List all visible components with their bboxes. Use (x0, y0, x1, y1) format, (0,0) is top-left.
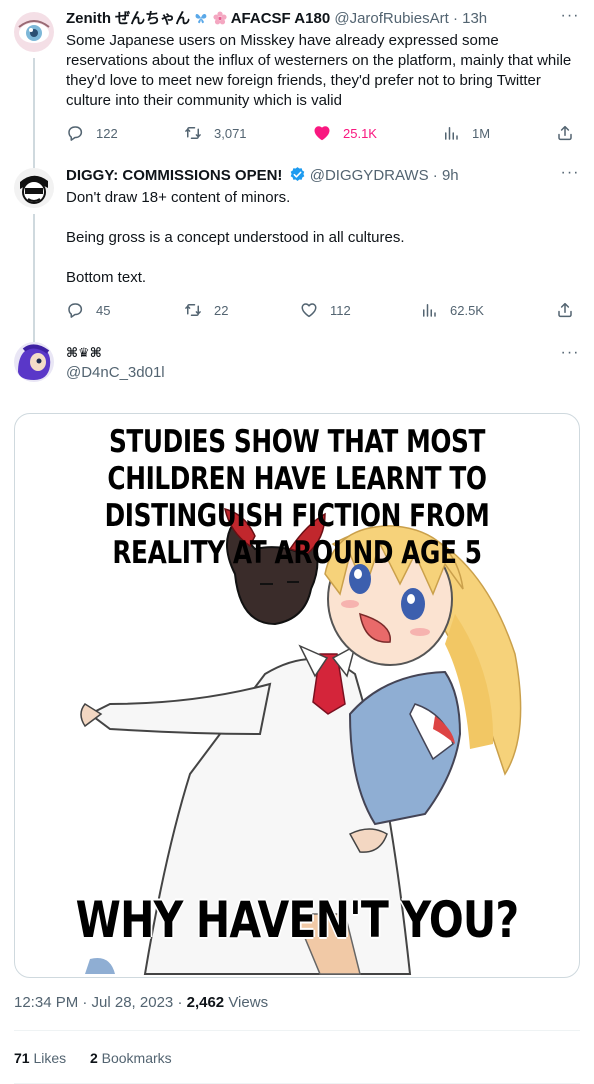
divider (14, 1030, 580, 1031)
handle[interactable]: @DIGGYDRAWS (310, 167, 429, 184)
like-count: 25.1K (343, 125, 377, 141)
thread-line (33, 58, 35, 162)
more-icon[interactable]: ··· (560, 345, 580, 367)
retweet-button[interactable]: 3,071 (184, 123, 247, 143)
handle[interactable]: @D4nC_3d01l (66, 364, 165, 381)
views-button[interactable]: 62.5K (420, 300, 484, 320)
heart-icon (300, 301, 318, 319)
tweet-header: ⌘♛⌘ (66, 343, 554, 363)
tweet-header: DIGGY: COMMISSIONS OPEN! @DIGGYDRAWS · 9… (66, 166, 554, 186)
tweet-text: Don't draw 18+ content of minors. Being … (66, 188, 576, 288)
tweet-text: Some Japanese users on Misskey have alre… (66, 31, 576, 111)
timestamp[interactable]: 13h (462, 10, 487, 27)
share-icon (556, 124, 574, 142)
views-button[interactable]: 1M (442, 123, 490, 143)
cherry-blossom-icon (212, 11, 227, 25)
share-button[interactable] (556, 300, 586, 320)
meme-bottom-text: WHY HAVEN'T YOU? (75, 891, 519, 949)
avatar-image (14, 168, 54, 208)
meme-top-text: STUDIES SHOW THAT MOST CHILDREN HAVE LEA… (104, 424, 490, 571)
tweet-line-3: Bottom text. (66, 269, 147, 286)
tweet-zenith[interactable]: Zenith ぜんちゃん AFACSF A180 @JarofRubiesArt… (0, 0, 594, 162)
bookmarks-stat[interactable]: 2 Bookmarks (90, 1050, 172, 1066)
media-image[interactable]: STUDIES SHOW THAT MOST CHILDREN HAVE LEA… (14, 413, 580, 978)
like-button[interactable]: 112 (300, 300, 351, 320)
meta-separator: · (177, 994, 183, 1011)
share-icon (556, 301, 574, 319)
likes-label: Likes (33, 1050, 67, 1066)
view-count: 1M (472, 125, 491, 141)
timestamp[interactable]: 9h (442, 167, 459, 184)
retweet-count: 22 (214, 302, 229, 318)
view-count: 62.5K (450, 302, 484, 318)
reply-count: 45 (96, 302, 111, 318)
retweet-button[interactable]: 22 (184, 300, 228, 320)
retweet-count: 3,071 (214, 125, 247, 141)
analytics-icon (442, 124, 460, 142)
share-button[interactable] (556, 123, 586, 143)
bookmarks-count: 2 (89, 1050, 98, 1066)
display-name[interactable]: DIGGY: COMMISSIONS OPEN! (66, 167, 282, 184)
display-name[interactable]: Zenith ぜんちゃん (66, 10, 190, 27)
likes-stat[interactable]: 71 Likes (14, 1050, 66, 1066)
engagement-stats: 71 Likes 2 Bookmarks (14, 1048, 172, 1068)
heart-icon (313, 124, 331, 142)
action-bar: 45 22 112 62.5K (66, 300, 582, 320)
avatar-image (14, 342, 54, 382)
reply-icon (66, 301, 84, 319)
more-icon[interactable]: ··· (560, 8, 580, 30)
butterfly-icon (195, 13, 207, 24)
retweet-icon (184, 301, 202, 319)
like-count: 112 (330, 302, 351, 318)
tweet-body: Some Japanese users on Misskey have alre… (66, 32, 572, 109)
reply-button[interactable]: 122 (66, 123, 118, 143)
tweet-line-1: Don't draw 18+ content of minors. (66, 189, 291, 206)
thread-line (33, 214, 35, 340)
tweet-header: Zenith ぜんちゃん AFACSF A180 @JarofRubiesArt… (66, 9, 554, 29)
action-bar: 122 3,071 25.1K 1M (66, 123, 582, 143)
analytics-icon (420, 301, 438, 319)
tweet-meta: 12:34 PM · Jul 28, 2023 · 2,462 Views (14, 993, 268, 1013)
post-timestamp[interactable]: 12:34 PM · Jul 28, 2023 (14, 994, 173, 1011)
bookmarks-label: Bookmarks (101, 1050, 172, 1066)
separator: · (432, 167, 438, 184)
verified-badge-icon (290, 167, 304, 181)
views-label: Views (228, 994, 269, 1011)
reply-icon (66, 124, 84, 142)
handle-row: @D4nC_3d01l (66, 363, 554, 383)
separator: · (452, 10, 458, 27)
views-count: 2,462 (186, 994, 225, 1011)
avatar[interactable] (14, 12, 54, 52)
display-name[interactable]: ⌘♛⌘ (66, 345, 102, 360)
badge-text: AFACSF A180 (230, 10, 331, 27)
handle[interactable]: @JarofRubiesArt (334, 10, 448, 27)
more-icon[interactable]: ··· (560, 165, 580, 187)
reply-count: 122 (96, 125, 118, 141)
retweet-icon (184, 124, 202, 142)
tweet-line-2: Being gross is a concept understood in a… (66, 229, 405, 246)
avatar[interactable] (14, 168, 54, 208)
avatar-image (14, 12, 54, 52)
reply-button[interactable]: 45 (66, 300, 110, 320)
tweet-diggy[interactable]: DIGGY: COMMISSIONS OPEN! @DIGGYDRAWS · 9… (0, 160, 594, 340)
avatar[interactable] (14, 342, 54, 382)
like-button[interactable]: 25.1K (313, 123, 377, 143)
thread-line-top (33, 160, 35, 168)
likes-count: 71 (14, 1050, 30, 1066)
